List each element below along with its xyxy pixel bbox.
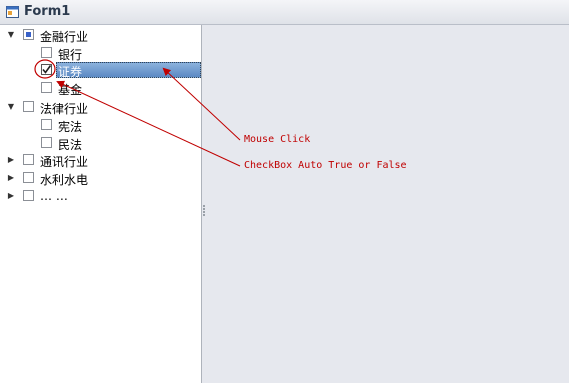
- title-bar: Form1: [0, 0, 569, 25]
- node-label: 水利水电: [40, 173, 89, 187]
- expand-arrow-icon[interactable]: ▶: [6, 191, 16, 201]
- expand-arrow-icon[interactable]: ▼: [6, 30, 16, 40]
- node-label: 通讯行业: [40, 155, 89, 169]
- tree-node-constitution[interactable]: 宪法: [0, 117, 201, 134]
- tree-node-civil-law[interactable]: 民法: [0, 135, 201, 152]
- node-checkbox[interactable]: [41, 64, 52, 75]
- node-label: 法律行业: [40, 102, 89, 116]
- node-label: 宪法: [58, 120, 83, 134]
- node-label: 民法: [58, 138, 83, 152]
- node-checkbox[interactable]: [23, 190, 34, 201]
- splitter-handle[interactable]: [203, 205, 205, 217]
- app-window-icon: [6, 6, 19, 18]
- tree-node-water-power[interactable]: ▶ 水利水电: [0, 170, 201, 187]
- node-checkbox[interactable]: [41, 47, 52, 58]
- node-checkbox[interactable]: [41, 82, 52, 93]
- node-label: … …: [40, 189, 68, 203]
- node-label: 证券: [58, 65, 83, 79]
- tree-node-fund[interactable]: 基金: [0, 80, 201, 97]
- node-label: 基金: [58, 83, 83, 97]
- expand-arrow-icon[interactable]: ▶: [6, 155, 16, 165]
- node-checkbox[interactable]: [23, 101, 34, 112]
- node-checkbox[interactable]: [41, 137, 52, 148]
- checkmark-icon: [42, 65, 52, 74]
- window-title: Form1: [24, 4, 71, 19]
- annotation-mouse-click: Mouse Click: [244, 134, 311, 145]
- node-label: 银行: [58, 48, 83, 62]
- expand-arrow-icon[interactable]: ▼: [6, 102, 16, 112]
- tree-node-bank[interactable]: 银行: [0, 45, 201, 62]
- content-panel: [202, 25, 569, 383]
- tree-node-securities[interactable]: 证券: [0, 62, 201, 79]
- tree-node-more[interactable]: ▶ … …: [0, 188, 201, 205]
- tree-view[interactable]: ▼ 金融行业 银行 证券 基金 ▼ 法律行业 宪法 民法 ▶ 通讯行业 ▶ 水利…: [0, 25, 202, 383]
- tree-node-telecom[interactable]: ▶ 通讯行业: [0, 152, 201, 169]
- tree-node-finance[interactable]: ▼ 金融行业: [0, 27, 201, 44]
- node-checkbox[interactable]: [23, 172, 34, 183]
- annotation-checkbox-auto: CheckBox Auto True or False: [244, 160, 407, 171]
- expand-arrow-icon[interactable]: ▶: [6, 173, 16, 183]
- tree-node-law[interactable]: ▼ 法律行业: [0, 99, 201, 116]
- node-checkbox[interactable]: [41, 119, 52, 130]
- node-checkbox[interactable]: [23, 154, 34, 165]
- node-checkbox[interactable]: [23, 29, 34, 40]
- node-label: 金融行业: [40, 30, 89, 44]
